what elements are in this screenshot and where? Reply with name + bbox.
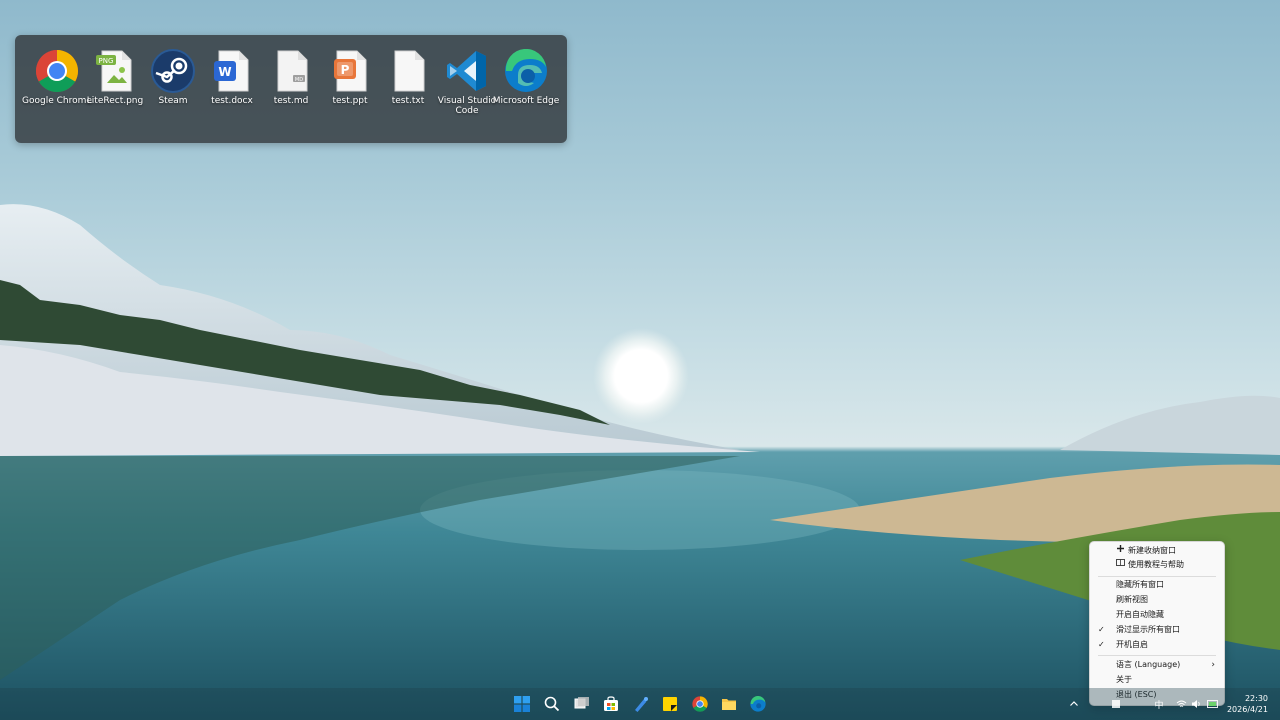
check-icon: ✓ [1098, 640, 1105, 649]
menu-item-label: 语言 (Language) [1116, 660, 1181, 669]
text-file-icon [386, 49, 430, 93]
menu-item-label: 隐藏所有窗口 [1116, 580, 1164, 589]
chrome-icon[interactable] [690, 694, 710, 714]
edge-icon [504, 49, 548, 93]
fence-item-label: Microsoft Edge [492, 96, 560, 106]
menu-item-refresh[interactable]: 刷新视图 [1090, 593, 1224, 607]
taskbar: 中 22:30 2026/4/21 [0, 688, 1280, 720]
menu-item-label: 使用教程与帮助 [1128, 560, 1184, 569]
plus-icon [1115, 544, 1125, 558]
steam-icon [151, 49, 195, 93]
menu-item-label: 开启自动隐藏 [1116, 610, 1164, 619]
fence-item-test-docx[interactable]: W test.docx [201, 49, 263, 139]
powerpoint-file-icon: P [328, 49, 372, 93]
volume-icon[interactable] [1190, 698, 1202, 710]
menu-item-label: 关于 [1116, 675, 1132, 684]
menu-item-scroll-show-all[interactable]: ✓ 滑过显示所有窗口 [1090, 623, 1224, 637]
menu-item-label: 滑过显示所有窗口 [1116, 625, 1180, 634]
svg-text:P: P [341, 63, 350, 77]
menu-separator [1098, 655, 1216, 656]
menu-item-about[interactable]: 关于 [1090, 673, 1224, 687]
png-file-icon: PNG [93, 49, 137, 93]
battery-icon[interactable] [1207, 698, 1219, 710]
check-icon: ✓ [1098, 625, 1105, 634]
ime-indicator[interactable]: 中 [1153, 698, 1165, 711]
fence-item-steam[interactable]: Steam [142, 49, 204, 139]
word-file-icon: W [210, 49, 254, 93]
search-icon[interactable] [542, 694, 562, 714]
edge-icon[interactable] [748, 694, 768, 714]
svg-text:W: W [218, 65, 231, 79]
vscode-icon [445, 49, 489, 93]
fence-item-google-chrome[interactable]: Google Chrome [22, 49, 92, 139]
menu-item-hide-all[interactable]: 隐藏所有窗口 [1090, 578, 1224, 592]
clock-date: 2026/4/21 [1226, 705, 1268, 714]
file-explorer-icon[interactable] [719, 694, 739, 714]
fence-item-literect-png[interactable]: PNG LiteRect.png [84, 49, 146, 139]
menu-item-language[interactable]: 语言 (Language) › [1090, 658, 1224, 672]
desktop-fence[interactable]: Google Chrome PNG LiteRect.png Steam W t… [15, 35, 567, 143]
menu-item-new-fence[interactable]: 新建收纳窗口 [1090, 544, 1224, 558]
taskbar-clock[interactable]: 22:30 2026/4/21 [1227, 693, 1268, 715]
svg-text:MD: MD [295, 77, 303, 83]
tray-context-menu[interactable]: 新建收纳窗口 使用教程与帮助 隐藏所有窗口 刷新视图 开启自动隐藏 ✓ 滑过显示… [1089, 541, 1225, 706]
fence-item-test-md[interactable]: MD test.md [260, 49, 322, 139]
menu-item-label: 新建收纳窗口 [1128, 546, 1176, 555]
clock-time: 22:30 [1244, 694, 1268, 703]
chevron-up-icon[interactable] [1068, 698, 1080, 710]
start-icon[interactable] [512, 694, 532, 714]
svg-text:PNG: PNG [99, 57, 114, 65]
network-icon[interactable] [1175, 698, 1187, 710]
menu-item-autostart[interactable]: ✓ 开机自启 [1090, 638, 1224, 652]
fence-item-microsoft-edge[interactable]: Microsoft Edge [493, 49, 559, 139]
fence-item-test-ppt[interactable]: P test.ppt [319, 49, 381, 139]
pen-app-icon[interactable] [631, 694, 651, 714]
task-view-icon[interactable] [572, 694, 592, 714]
store-icon[interactable] [601, 694, 621, 714]
chrome-icon [35, 49, 79, 93]
book-icon [1115, 558, 1125, 572]
app-tray-icon[interactable] [1110, 698, 1122, 710]
menu-item-help[interactable]: 使用教程与帮助 [1090, 558, 1224, 572]
fence-item-visual-studio-code[interactable]: Visual Studio Code [436, 49, 498, 139]
sticky-notes-icon[interactable] [660, 694, 680, 714]
menu-item-label: 刷新视图 [1116, 595, 1148, 604]
fence-item-test-txt[interactable]: test.txt [377, 49, 439, 139]
menu-item-auto-hide[interactable]: 开启自动隐藏 [1090, 608, 1224, 622]
menu-separator [1098, 576, 1216, 577]
chevron-right-icon: › [1211, 660, 1215, 670]
menu-item-label: 开机自启 [1116, 640, 1148, 649]
markdown-file-icon: MD [269, 49, 313, 93]
